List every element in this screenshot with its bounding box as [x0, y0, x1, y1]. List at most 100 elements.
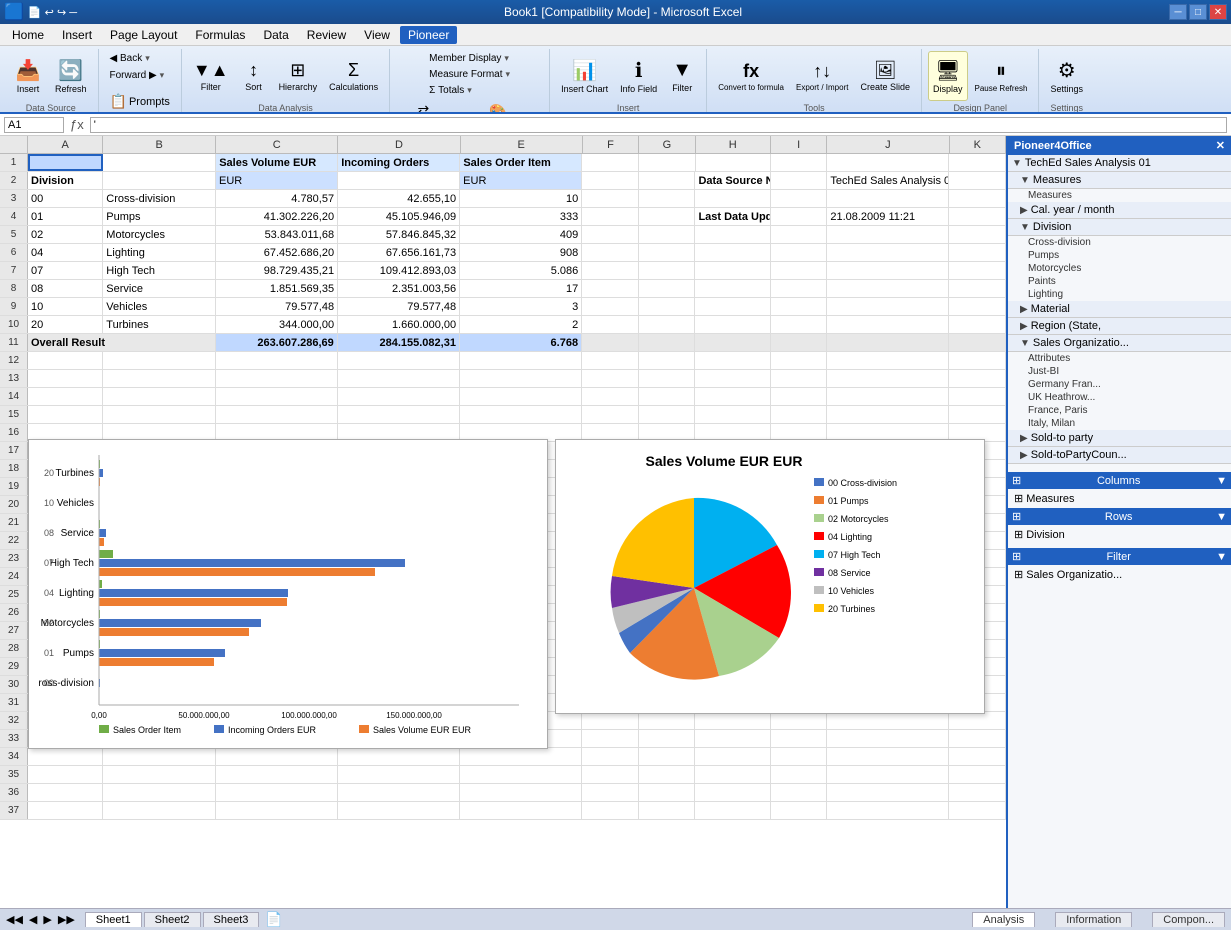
forward-btn[interactable]: Forward ▶ ▾	[105, 68, 170, 83]
cell-c6[interactable]: 67.452.686,20	[216, 244, 338, 261]
cell-a2[interactable]: Division	[28, 172, 103, 189]
close-btn[interactable]: ✕	[1209, 4, 1227, 20]
cell-ref-input[interactable]	[4, 117, 64, 133]
cell-d3[interactable]: 42.655,10	[338, 190, 460, 207]
cell-c5[interactable]: 53.843.011,68	[216, 226, 338, 243]
cell-e1[interactable]: Sales Order Item	[460, 154, 582, 171]
cell-h2[interactable]: Data Source Name	[695, 172, 770, 189]
sheet-tab-2[interactable]: Sheet2	[144, 912, 201, 927]
convert-formula-btn[interactable]: fx Convert to formula	[713, 51, 789, 101]
cell-e2[interactable]: EUR	[460, 172, 582, 189]
swap-axes-btn[interactable]: ⇄ Swap Axes	[396, 98, 451, 114]
cell-a7[interactable]: 07	[28, 262, 103, 279]
cell-c2[interactable]: EUR	[216, 172, 338, 189]
col-header-j[interactable]: J	[827, 136, 949, 153]
rows-division[interactable]: ⊞ Division	[1012, 527, 1227, 542]
filter-salesorg[interactable]: ⊞ Sales Organizatio...	[1012, 567, 1227, 582]
create-slide-btn[interactable]: 🖼 Create Slide	[855, 51, 915, 101]
menu-home[interactable]: Home	[4, 26, 52, 44]
cell-a5[interactable]: 02	[28, 226, 103, 243]
cond-format-btn[interactable]: 🎨 Conditional Formatting	[453, 98, 543, 114]
menu-insert[interactable]: Insert	[54, 26, 100, 44]
new-sheet-icon[interactable]: 📄	[265, 911, 282, 928]
division-paints[interactable]: Paints	[1008, 275, 1231, 288]
cell-c9[interactable]: 79.577,48	[216, 298, 338, 315]
insert-btn[interactable]: 📥 Insert	[10, 51, 46, 101]
salesorg-italy[interactable]: Italy, Milan	[1008, 417, 1231, 430]
col-header-d[interactable]: D	[338, 136, 460, 153]
salesorg-uk[interactable]: UK Heathrow...	[1008, 391, 1231, 404]
formula-fn-icon[interactable]: ƒx	[68, 117, 86, 132]
cell-k1[interactable]	[949, 154, 1006, 171]
cell-a10[interactable]: 20	[28, 316, 103, 333]
maximize-btn[interactable]: □	[1189, 4, 1207, 20]
cell-j2[interactable]: TechEd Sales Analysis 01	[827, 172, 949, 189]
calculations-btn[interactable]: Σ Calculations	[324, 51, 383, 101]
menu-review[interactable]: Review	[299, 26, 354, 44]
measures-item[interactable]: Measures	[1008, 189, 1231, 202]
menu-formulas[interactable]: Formulas	[187, 26, 253, 44]
sheet-nav-left[interactable]: ◀◀	[6, 913, 23, 926]
cell-h1[interactable]	[696, 154, 771, 171]
division-pumps[interactable]: Pumps	[1008, 249, 1231, 262]
region-section[interactable]: ▶ Region (State,	[1008, 318, 1231, 335]
measure-format-btn[interactable]: Measure Format ▾	[424, 67, 515, 82]
division-cross[interactable]: Cross-division	[1008, 236, 1231, 249]
col-header-f[interactable]: F	[583, 136, 639, 153]
salesorg-germany[interactable]: Germany Fran...	[1008, 378, 1231, 391]
cell-e10[interactable]: 2	[460, 316, 582, 333]
salesorg-justbi[interactable]: Just-BI	[1008, 365, 1231, 378]
filter-btn[interactable]: ▼▲ Filter	[188, 51, 234, 101]
cell-a1[interactable]	[28, 154, 103, 171]
division-lighting[interactable]: Lighting	[1008, 288, 1231, 301]
cell-b2[interactable]	[103, 172, 216, 189]
cell-c3[interactable]: 4.780,57	[216, 190, 338, 207]
cell-f1[interactable]	[582, 154, 639, 171]
cell-e9[interactable]: 3	[460, 298, 582, 315]
cell-i1[interactable]	[771, 154, 828, 171]
calyear-section[interactable]: ▶ Cal. year / month	[1008, 202, 1231, 219]
cell-b6[interactable]: Lighting	[103, 244, 216, 261]
col-header-c[interactable]: C	[216, 136, 338, 153]
back-btn[interactable]: ◀ Back ▾	[105, 51, 155, 66]
sheet-nav-right[interactable]: ▶▶	[58, 913, 75, 926]
cell-d2[interactable]	[338, 172, 460, 189]
cell-e3[interactable]: 10	[460, 190, 582, 207]
menu-view[interactable]: View	[356, 26, 398, 44]
cell-e6[interactable]: 908	[460, 244, 582, 261]
cell-d4[interactable]: 45.105.946,09	[338, 208, 460, 225]
hierarchy-btn[interactable]: ⊞ Hierarchy	[274, 51, 323, 101]
sheet-tab-1[interactable]: Sheet1	[85, 912, 142, 927]
cell-c10[interactable]: 344.000,00	[216, 316, 338, 333]
cell-g1[interactable]	[639, 154, 696, 171]
cell-d5[interactable]: 57.846.845,32	[338, 226, 460, 243]
insert-chart-btn[interactable]: 📊 Insert Chart	[556, 51, 613, 101]
measures-section[interactable]: ▼ Measures	[1008, 172, 1231, 189]
col-header-k[interactable]: K	[950, 136, 1006, 153]
cell-d8[interactable]: 2.351.003,56	[338, 280, 460, 297]
salesorg-attributes[interactable]: Attributes	[1008, 352, 1231, 365]
cell-b1[interactable]	[103, 154, 216, 171]
col-header-e[interactable]: E	[461, 136, 583, 153]
cell-a11[interactable]: Overall Result	[28, 334, 216, 351]
cell-d11[interactable]: 284.155.082,31	[338, 334, 460, 351]
menu-pioneer[interactable]: Pioneer	[400, 26, 457, 44]
bottom-tab-information[interactable]: Information	[1055, 912, 1132, 927]
division-section[interactable]: ▼ Division	[1008, 219, 1231, 236]
formula-input[interactable]	[90, 117, 1227, 133]
cell-b7[interactable]: High Tech	[103, 262, 216, 279]
minimize-btn[interactable]: ─	[1169, 4, 1187, 20]
col-header-h[interactable]: H	[696, 136, 771, 153]
export-import-btn[interactable]: ↑↓ Export / Import	[791, 51, 853, 101]
cell-b9[interactable]: Vehicles	[103, 298, 216, 315]
salesorg-france[interactable]: France, Paris	[1008, 404, 1231, 417]
col-header-g[interactable]: G	[639, 136, 695, 153]
refresh-btn[interactable]: 🔄 Refresh	[50, 51, 92, 101]
cell-e7[interactable]: 5.086	[460, 262, 582, 279]
cell-b5[interactable]: Motorcycles	[103, 226, 216, 243]
cell-d10[interactable]: 1.660.000,00	[338, 316, 460, 333]
cell-e8[interactable]: 17	[460, 280, 582, 297]
cell-a8[interactable]: 08	[28, 280, 103, 297]
panel-close-icon[interactable]: ✕	[1216, 139, 1225, 152]
prompts-btn[interactable]: 📋 Prompts	[105, 85, 175, 114]
